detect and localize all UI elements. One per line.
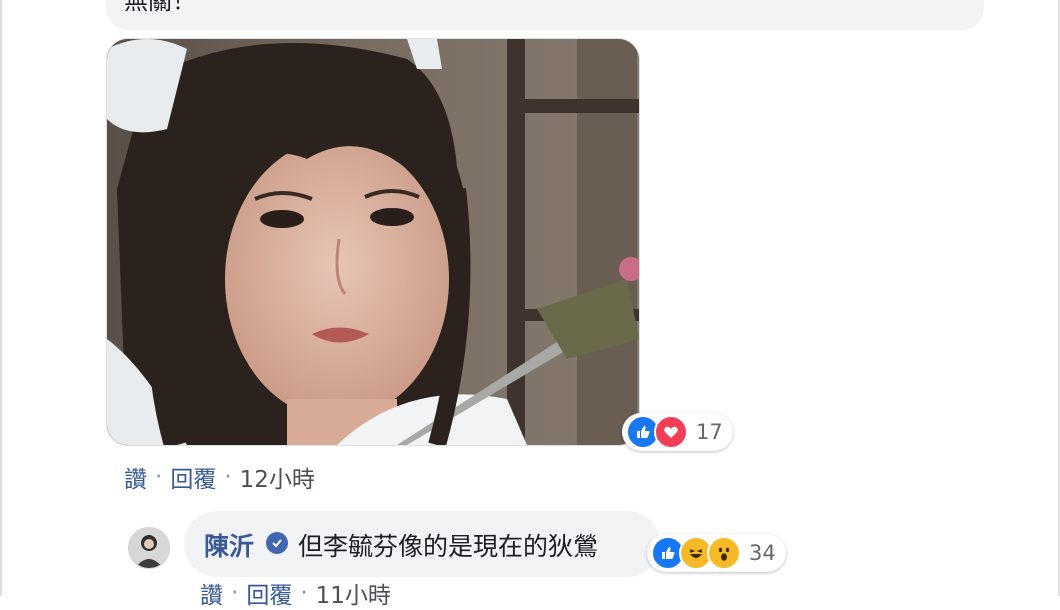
comment-author[interactable]: 陳沂 [204,527,254,563]
photo-comment-actions: 讚 · 回覆 · 12小時 [124,460,315,494]
timestamp[interactable]: 11小時 [316,576,391,610]
wow-icon [707,536,741,570]
reply-link[interactable]: 回覆 [246,576,292,610]
left-border [0,0,2,596]
verified-badge-icon [266,532,288,554]
photo-comment-reactions[interactable]: 17 [622,413,733,451]
timestamp[interactable]: 12小時 [240,460,315,494]
reply-comment-reactions[interactable]: 34 [647,534,786,572]
photo-illustration [107,39,639,445]
reply-comment-bubble: 陳沂 但李毓芬像的是現在的狄鶯 [184,511,660,577]
separator-dot: · [300,580,308,606]
like-link[interactable]: 讚 [200,576,223,610]
love-icon [654,415,688,449]
comment-text: 但李毓芬像的是現在的狄鶯 [298,532,599,561]
like-link[interactable]: 讚 [124,460,147,494]
previous-comment-bubble: 無關！ [106,0,984,30]
reaction-count: 34 [749,541,776,565]
separator-dot: · [231,580,239,606]
previous-comment-text: 無關！ [124,0,196,15]
separator-dot: · [224,464,232,490]
reply-comment-actions: 讚 · 回覆 · 11小時 [200,576,391,610]
separator-dot: · [155,464,163,490]
comment-photo[interactable] [106,38,640,446]
reaction-count: 17 [696,420,723,444]
reply-link[interactable]: 回覆 [170,460,216,494]
avatar[interactable] [128,527,170,569]
